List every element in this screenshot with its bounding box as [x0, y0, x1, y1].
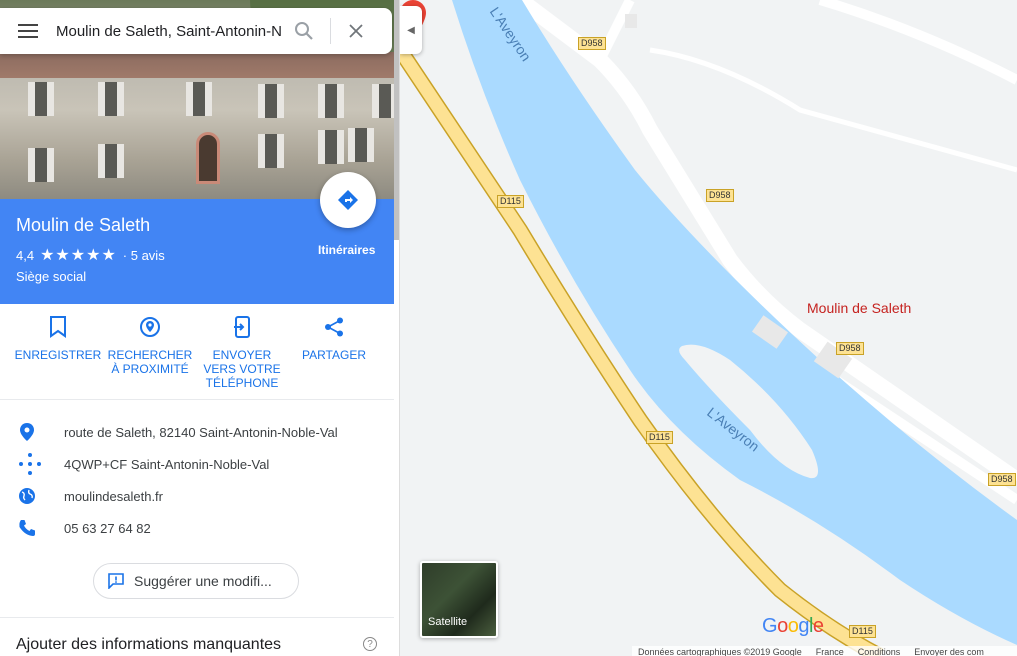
- suggest-edit-button[interactable]: Suggérer une modifi...: [93, 563, 299, 599]
- send-to-phone-button[interactable]: ENVOYER VERS VOTRE TÉLÉPHONE: [196, 314, 288, 399]
- road-label: D115: [646, 431, 673, 444]
- caret-left-icon: ◀: [407, 24, 415, 36]
- phone-row[interactable]: 05 63 27 64 82: [0, 512, 394, 544]
- photo-window: [258, 134, 284, 168]
- help-icon[interactable]: ?: [363, 637, 377, 651]
- map-footer: Données cartographiques ©2019 Google Fra…: [632, 646, 1017, 656]
- photo-window: [186, 82, 212, 116]
- search-icon: [295, 22, 313, 40]
- satellite-label: Satellite: [428, 616, 468, 628]
- map-graphics: [400, 0, 1017, 656]
- pin-label[interactable]: Moulin de Saleth: [807, 300, 911, 316]
- photo-door: [196, 132, 220, 184]
- place-category[interactable]: Siège social: [16, 269, 86, 284]
- nearby-icon: [140, 317, 160, 337]
- road-minor: [595, 0, 635, 63]
- photo-roof: [0, 52, 394, 78]
- road-label: D958: [706, 189, 734, 202]
- road-minor: [649, 47, 1017, 173]
- map-canvas[interactable]: D958 D958 D958 D958 D115 D115 D115 L'Ave…: [400, 0, 1017, 656]
- rating-row[interactable]: 4,4 ★★★★★ · 5 avis: [16, 245, 165, 265]
- rating-value: 4,4: [16, 247, 35, 263]
- search-divider: [330, 18, 331, 44]
- plus-code-text: 4QWP+CF Saint-Antonin-Noble-Val: [64, 456, 270, 472]
- phone-icon: [19, 520, 35, 536]
- panel-scrollbar[interactable]: [394, 0, 399, 240]
- photo-window: [318, 130, 344, 164]
- close-icon: [349, 24, 363, 38]
- send-to-phone-label: ENVOYER VERS VOTRE TÉLÉPHONE: [203, 348, 281, 390]
- search-button[interactable]: [282, 8, 326, 54]
- search-box: [0, 8, 392, 54]
- search-nearby-label: RECHERCHER À PROXIMITÉ: [107, 348, 193, 376]
- side-panel: Moulin de Saleth 4,4 ★★★★★ · 5 avis Sièg…: [0, 0, 400, 656]
- menu-button[interactable]: [0, 8, 56, 54]
- address-text: route de Saleth, 82140 Saint-Antonin-Nob…: [64, 424, 338, 440]
- save-button[interactable]: ENREGISTRER: [12, 314, 104, 399]
- place-title: Moulin de Saleth: [16, 215, 151, 235]
- search-input[interactable]: [56, 22, 282, 40]
- photo-window: [258, 84, 284, 118]
- building: [625, 14, 637, 28]
- share-button[interactable]: PARTAGER: [288, 314, 380, 399]
- road-label: D958: [578, 37, 606, 50]
- map-attribution: Données cartographiques ©2019 Google: [638, 647, 802, 656]
- action-bar: ENREGISTRER RECHERCHER À PROXIMITÉ ENVOY…: [0, 304, 394, 400]
- photo-window: [348, 128, 374, 162]
- bookmark-icon: [50, 316, 66, 338]
- plus-code-row[interactable]: 4QWP+CF Saint-Antonin-Noble-Val: [0, 448, 394, 480]
- review-count-link[interactable]: · 5 avis: [123, 248, 165, 263]
- google-logo: Google: [762, 615, 824, 637]
- globe-icon: [19, 488, 35, 504]
- photo-window: [98, 144, 124, 178]
- address-row[interactable]: route de Saleth, 82140 Saint-Antonin-Nob…: [0, 416, 394, 448]
- place-info: route de Saleth, 82140 Saint-Antonin-Nob…: [0, 416, 394, 544]
- footer-feedback-link[interactable]: Envoyer des com: [914, 646, 984, 656]
- photo-window: [28, 82, 54, 116]
- share-icon: [325, 317, 343, 337]
- share-label: PARTAGER: [301, 348, 366, 362]
- photo-window: [98, 82, 124, 116]
- collapse-panel-button[interactable]: ◀: [400, 6, 422, 54]
- directions-button[interactable]: [320, 172, 376, 228]
- location-icon: [20, 423, 34, 441]
- place-header: Moulin de Saleth 4,4 ★★★★★ · 5 avis Sièg…: [0, 172, 394, 304]
- search-nearby-button[interactable]: RECHERCHER À PROXIMITÉ: [104, 314, 196, 399]
- road-label: D115: [849, 625, 876, 638]
- footer-country-link[interactable]: France: [816, 646, 844, 656]
- section-divider: [0, 617, 394, 618]
- phone-text: 05 63 27 64 82: [64, 520, 151, 536]
- directions-label[interactable]: Itinéraires: [318, 243, 375, 257]
- rating-stars: ★★★★★: [40, 247, 117, 264]
- road-minor: [818, 0, 1017, 85]
- directions-icon: [338, 190, 358, 210]
- clear-search-button[interactable]: [335, 8, 377, 54]
- save-label: ENREGISTRER: [14, 348, 102, 362]
- plus-code-icon: [19, 453, 41, 475]
- road-label: D958: [836, 342, 864, 355]
- website-link[interactable]: moulindesaleth.fr: [64, 489, 163, 504]
- satellite-toggle[interactable]: Satellite: [420, 561, 498, 638]
- footer-terms-link[interactable]: Conditions: [858, 646, 901, 656]
- send-to-phone-icon: [234, 316, 250, 338]
- photo-window: [28, 148, 54, 182]
- hamburger-icon: [18, 24, 38, 38]
- website-row[interactable]: moulindesaleth.fr: [0, 480, 394, 512]
- photo-window: [372, 84, 394, 118]
- missing-info-title: Ajouter des informations manquantes: [16, 636, 282, 653]
- feedback-icon: [108, 573, 124, 589]
- suggest-edit-label: Suggérer une modifi...: [134, 573, 272, 589]
- photo-window: [318, 84, 344, 118]
- road-label: D958: [988, 473, 1016, 486]
- road-label: D115: [497, 195, 524, 208]
